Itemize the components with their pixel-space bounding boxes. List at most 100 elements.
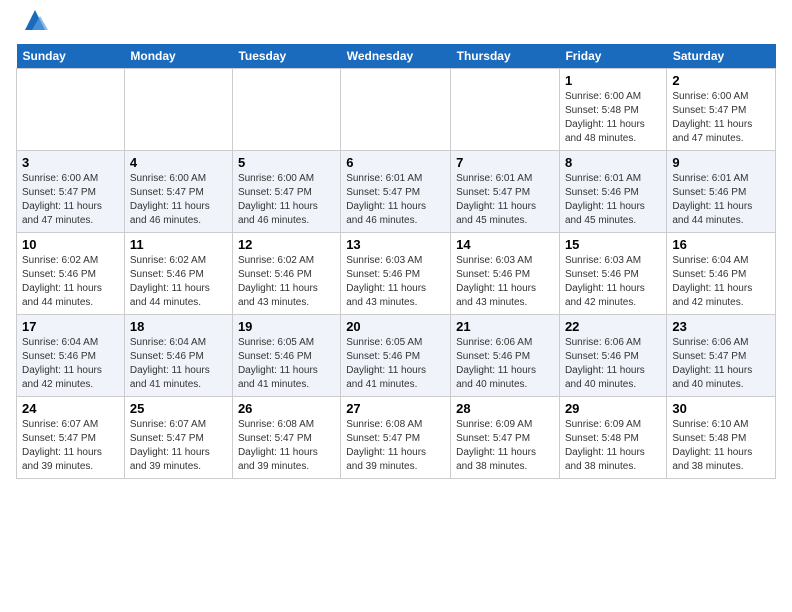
day-number: 15 [565,237,661,252]
calendar-table: SundayMondayTuesdayWednesdayThursdayFrid… [16,44,776,479]
calendar-row: 1 Sunrise: 6:00 AM Sunset: 5:48 PM Daylig… [17,69,776,151]
weekday-header: Sunday [17,44,125,69]
calendar-cell: 10 Sunrise: 6:02 AM Sunset: 5:46 PM Dayli… [17,233,125,315]
day-info: Sunrise: 6:05 AM Sunset: 5:46 PM Dayligh… [346,336,445,392]
calendar-cell: 25 Sunrise: 6:07 AM Sunset: 5:47 PM Dayli… [124,397,232,479]
day-info: Sunrise: 6:01 AM Sunset: 5:46 PM Dayligh… [565,172,661,228]
day-number: 18 [130,319,227,334]
day-number: 25 [130,401,227,416]
calendar-cell: 8Sunrise: 6:01 AM Sunset: 5:46 PM Daylig… [559,151,666,233]
calendar-cell: 9 Sunrise: 6:01 AM Sunset: 5:46 PM Daylig… [667,151,776,233]
calendar-row: 10 Sunrise: 6:02 AM Sunset: 5:46 PM Dayli… [17,233,776,315]
day-info: Sunrise: 6:03 AM Sunset: 5:46 PM Dayligh… [565,254,661,310]
day-info: Sunrise: 6:01 AM Sunset: 5:47 PM Dayligh… [456,172,554,228]
day-info: Sunrise: 6:04 AM Sunset: 5:46 PM Dayligh… [130,336,227,392]
day-number: 2 [672,73,770,88]
day-number: 17 [22,319,119,334]
calendar-cell: 16Sunrise: 6:04 AM Sunset: 5:46 PM Dayli… [667,233,776,315]
calendar-cell: 26Sunrise: 6:08 AM Sunset: 5:47 PM Dayli… [232,397,340,479]
day-info: Sunrise: 6:02 AM Sunset: 5:46 PM Dayligh… [22,254,119,310]
day-number: 6 [346,155,445,170]
calendar-header-row: SundayMondayTuesdayWednesdayThursdayFrid… [17,44,776,69]
calendar-cell: 22Sunrise: 6:06 AM Sunset: 5:46 PM Dayli… [559,315,666,397]
day-info: Sunrise: 6:06 AM Sunset: 5:47 PM Dayligh… [672,336,770,392]
calendar-cell: 20 Sunrise: 6:05 AM Sunset: 5:46 PM Dayli… [341,315,451,397]
day-number: 24 [22,401,119,416]
calendar-cell [232,69,340,151]
calendar-cell: 23 Sunrise: 6:06 AM Sunset: 5:47 PM Dayli… [667,315,776,397]
calendar-cell: 1 Sunrise: 6:00 AM Sunset: 5:48 PM Daylig… [559,69,666,151]
day-number: 5 [238,155,335,170]
day-info: Sunrise: 6:02 AM Sunset: 5:46 PM Dayligh… [130,254,227,310]
day-info: Sunrise: 6:07 AM Sunset: 5:47 PM Dayligh… [22,418,119,474]
day-number: 19 [238,319,335,334]
calendar-cell: 30 Sunrise: 6:10 AM Sunset: 5:48 PM Dayli… [667,397,776,479]
weekday-header: Wednesday [341,44,451,69]
day-number: 29 [565,401,661,416]
day-number: 20 [346,319,445,334]
weekday-header: Tuesday [232,44,340,69]
calendar-cell: 12 Sunrise: 6:02 AM Sunset: 5:46 PM Dayli… [232,233,340,315]
day-info: Sunrise: 6:06 AM Sunset: 5:46 PM Dayligh… [565,336,661,392]
day-number: 12 [238,237,335,252]
day-number: 7 [456,155,554,170]
day-info: Sunrise: 6:04 AM Sunset: 5:46 PM Dayligh… [22,336,119,392]
day-number: 14 [456,237,554,252]
calendar-cell: 5Sunrise: 6:00 AM Sunset: 5:47 PM Daylig… [232,151,340,233]
calendar-body: 1 Sunrise: 6:00 AM Sunset: 5:48 PM Daylig… [17,69,776,479]
calendar-cell: 7 Sunrise: 6:01 AM Sunset: 5:47 PM Daylig… [451,151,560,233]
day-info: Sunrise: 6:07 AM Sunset: 5:47 PM Dayligh… [130,418,227,474]
day-number: 11 [130,237,227,252]
day-info: Sunrise: 6:06 AM Sunset: 5:46 PM Dayligh… [456,336,554,392]
day-info: Sunrise: 6:10 AM Sunset: 5:48 PM Dayligh… [672,418,770,474]
day-number: 10 [22,237,119,252]
calendar-cell: 18 Sunrise: 6:04 AM Sunset: 5:46 PM Dayli… [124,315,232,397]
calendar-cell: 24 Sunrise: 6:07 AM Sunset: 5:47 PM Dayli… [17,397,125,479]
day-number: 30 [672,401,770,416]
calendar-cell [451,69,560,151]
day-info: Sunrise: 6:01 AM Sunset: 5:46 PM Dayligh… [672,172,770,228]
logo [16,16,50,36]
day-number: 1 [565,73,661,88]
day-number: 23 [672,319,770,334]
day-info: Sunrise: 6:05 AM Sunset: 5:46 PM Dayligh… [238,336,335,392]
calendar-cell: 17 Sunrise: 6:04 AM Sunset: 5:46 PM Dayli… [17,315,125,397]
calendar-cell: 13Sunrise: 6:03 AM Sunset: 5:46 PM Dayli… [341,233,451,315]
calendar-row: 3 Sunrise: 6:00 AM Sunset: 5:47 PM Daylig… [17,151,776,233]
day-info: Sunrise: 6:00 AM Sunset: 5:48 PM Dayligh… [565,90,661,146]
weekday-header: Friday [559,44,666,69]
day-info: Sunrise: 6:09 AM Sunset: 5:47 PM Dayligh… [456,418,554,474]
day-number: 3 [22,155,119,170]
day-number: 27 [346,401,445,416]
weekday-header: Saturday [667,44,776,69]
day-info: Sunrise: 6:00 AM Sunset: 5:47 PM Dayligh… [130,172,227,228]
day-number: 9 [672,155,770,170]
day-info: Sunrise: 6:08 AM Sunset: 5:47 PM Dayligh… [238,418,335,474]
calendar-cell [341,69,451,151]
day-info: Sunrise: 6:00 AM Sunset: 5:47 PM Dayligh… [672,90,770,146]
calendar-cell: 14Sunrise: 6:03 AM Sunset: 5:46 PM Dayli… [451,233,560,315]
calendar-cell: 6 Sunrise: 6:01 AM Sunset: 5:47 PM Daylig… [341,151,451,233]
calendar-cell: 11 Sunrise: 6:02 AM Sunset: 5:46 PM Dayli… [124,233,232,315]
day-number: 21 [456,319,554,334]
day-number: 4 [130,155,227,170]
day-info: Sunrise: 6:09 AM Sunset: 5:48 PM Dayligh… [565,418,661,474]
day-info: Sunrise: 6:03 AM Sunset: 5:46 PM Dayligh… [346,254,445,310]
weekday-header: Monday [124,44,232,69]
calendar-cell: 2 Sunrise: 6:00 AM Sunset: 5:47 PM Daylig… [667,69,776,151]
day-info: Sunrise: 6:04 AM Sunset: 5:46 PM Dayligh… [672,254,770,310]
day-info: Sunrise: 6:02 AM Sunset: 5:46 PM Dayligh… [238,254,335,310]
calendar-row: 24 Sunrise: 6:07 AM Sunset: 5:47 PM Dayli… [17,397,776,479]
day-info: Sunrise: 6:08 AM Sunset: 5:47 PM Dayligh… [346,418,445,474]
calendar-row: 17 Sunrise: 6:04 AM Sunset: 5:46 PM Dayli… [17,315,776,397]
logo-icon [20,8,50,36]
calendar-cell: 3Sunrise: 6:00 AM Sunset: 5:47 PM Daylig… [17,151,125,233]
calendar-cell [124,69,232,151]
day-info: Sunrise: 6:01 AM Sunset: 5:47 PM Dayligh… [346,172,445,228]
calendar-cell: 28Sunrise: 6:09 AM Sunset: 5:47 PM Dayli… [451,397,560,479]
calendar-cell: 19 Sunrise: 6:05 AM Sunset: 5:46 PM Dayli… [232,315,340,397]
calendar-cell: 29 Sunrise: 6:09 AM Sunset: 5:48 PM Dayli… [559,397,666,479]
weekday-header: Thursday [451,44,560,69]
calendar-cell: 21 Sunrise: 6:06 AM Sunset: 5:46 PM Dayli… [451,315,560,397]
page-header [16,16,776,36]
